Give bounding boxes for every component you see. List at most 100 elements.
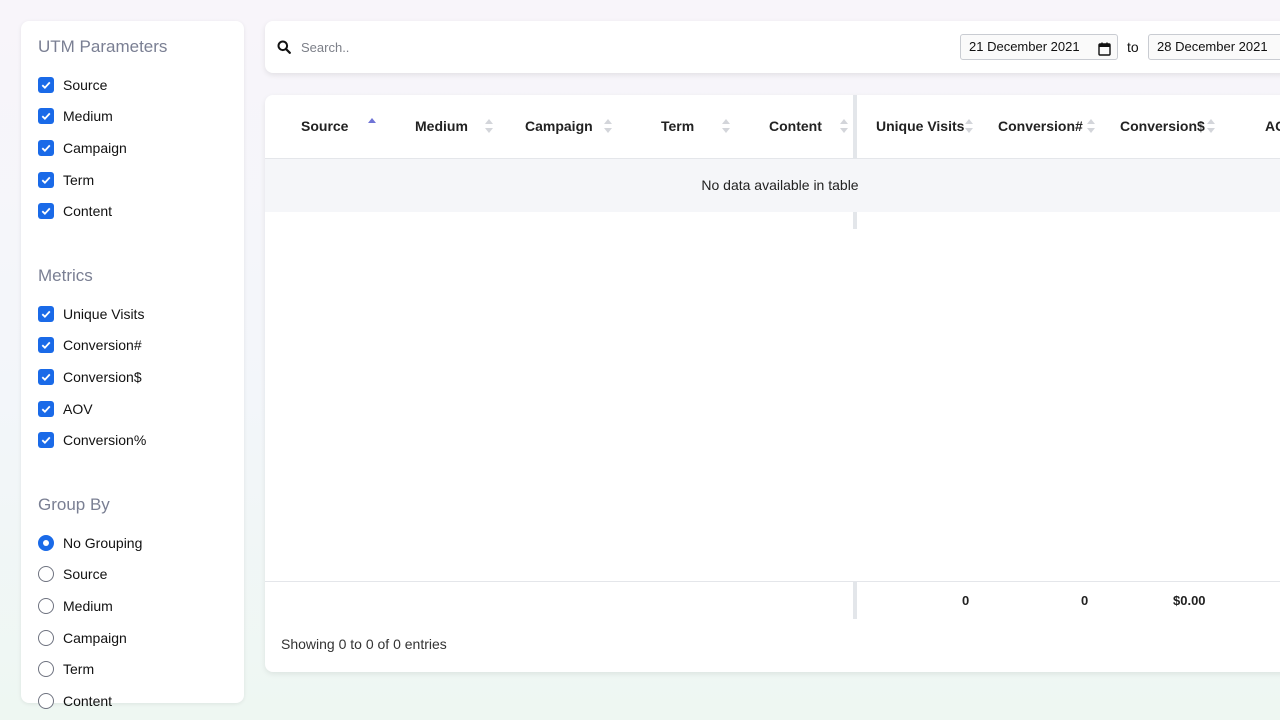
metrics-section: Metrics Unique Visits Conversion# Conver… xyxy=(38,266,227,456)
column-label: Conversion# xyxy=(998,118,1083,134)
report-table: Source Medium Campaign Term Content Uniq… xyxy=(265,95,1280,672)
metrics-title: Metrics xyxy=(38,265,93,285)
radio-empty-icon[interactable] xyxy=(38,692,54,709)
radio-label: Medium xyxy=(63,597,113,614)
column-header-conversion-count[interactable]: Conversion# xyxy=(998,95,1083,159)
filter-sidebar: UTM Parameters Source Medium Campaign Te… xyxy=(21,21,244,709)
utm-parameters-section: UTM Parameters Source Medium Campaign Te… xyxy=(38,37,227,227)
radio-label: Campaign xyxy=(63,629,127,646)
checkbox-label: Unique Visits xyxy=(63,305,145,322)
sort-ascending-icon[interactable] xyxy=(367,117,377,135)
metric-aov-checkbox[interactable]: AOV xyxy=(38,393,227,425)
utm-term-checkbox[interactable]: Term xyxy=(38,164,227,196)
group-by-title: Group By xyxy=(38,494,110,514)
group-term-radio[interactable]: Term xyxy=(38,653,227,685)
date-from-value: 21 December 2021 xyxy=(969,39,1080,54)
checkbox-checked-icon[interactable] xyxy=(38,139,54,156)
column-label: Source xyxy=(301,118,349,134)
checkbox-checked-icon[interactable] xyxy=(38,305,54,322)
column-header-aov[interactable]: AC xyxy=(1265,95,1280,159)
column-header-term[interactable]: Term xyxy=(661,95,694,159)
table-empty-row: No data available in table xyxy=(265,159,1280,212)
checkbox-checked-icon[interactable] xyxy=(38,203,54,220)
radio-empty-icon[interactable] xyxy=(38,661,54,678)
checkbox-label: AOV xyxy=(63,400,93,417)
group-source-radio[interactable]: Source xyxy=(38,559,227,591)
sort-icon[interactable] xyxy=(603,117,613,135)
radio-empty-icon[interactable] xyxy=(38,597,54,614)
sort-icon[interactable] xyxy=(484,117,494,135)
checkbox-label: Conversion# xyxy=(63,337,142,354)
checkbox-checked-icon[interactable] xyxy=(38,76,54,93)
frozen-column-divider xyxy=(853,582,857,619)
checkbox-label: Medium xyxy=(63,108,113,125)
checkbox-label: Content xyxy=(63,203,113,220)
column-header-source[interactable]: Source xyxy=(301,95,348,159)
checkbox-checked-icon[interactable] xyxy=(38,400,54,417)
radio-label: Source xyxy=(63,566,108,583)
date-to-value: 28 December 2021 xyxy=(1157,39,1268,54)
table-footer: 0 0 $0.00 xyxy=(265,581,1280,619)
date-range-separator: to xyxy=(1127,39,1139,55)
checkbox-label: Conversion$ xyxy=(63,368,142,385)
column-label: Medium xyxy=(415,118,468,134)
sort-icon[interactable] xyxy=(839,117,849,135)
column-header-campaign[interactable]: Campaign xyxy=(525,95,593,159)
checkbox-checked-icon[interactable] xyxy=(38,108,54,125)
group-campaign-radio[interactable]: Campaign xyxy=(38,622,227,654)
date-to-input[interactable]: 28 December 2021 xyxy=(1148,34,1280,60)
utm-parameters-title: UTM Parameters xyxy=(38,37,168,56)
utm-medium-checkbox[interactable]: Medium xyxy=(38,101,227,133)
sort-icon[interactable] xyxy=(1086,117,1096,135)
column-label: Unique Visits xyxy=(876,118,965,134)
radio-empty-icon[interactable] xyxy=(38,629,54,646)
checkbox-checked-icon[interactable] xyxy=(38,337,54,354)
calendar-icon[interactable] xyxy=(1098,40,1111,64)
date-from-input[interactable]: 21 December 2021 xyxy=(960,34,1118,60)
radio-selected-icon[interactable] xyxy=(38,534,54,551)
column-label: AC xyxy=(1265,118,1280,134)
table-header: Source Medium Campaign Term Content Uniq… xyxy=(265,95,1280,159)
column-label: Term xyxy=(661,118,695,134)
checkbox-label: Term xyxy=(63,171,95,188)
frozen-column-divider xyxy=(853,95,857,159)
column-label: Conversion$ xyxy=(1120,118,1205,134)
utm-campaign-checkbox[interactable]: Campaign xyxy=(38,132,227,164)
metric-conversion-count-checkbox[interactable]: Conversion# xyxy=(38,330,227,362)
radio-empty-icon[interactable] xyxy=(38,566,54,583)
group-medium-radio[interactable]: Medium xyxy=(38,590,227,622)
column-label: Content xyxy=(769,118,822,134)
checkbox-checked-icon[interactable] xyxy=(38,432,54,449)
group-no-grouping-radio[interactable]: No Grouping xyxy=(38,527,227,559)
frozen-column-divider xyxy=(853,212,857,229)
radio-label: Term xyxy=(63,661,95,678)
sort-icon[interactable] xyxy=(721,117,731,135)
metric-conversion-value-checkbox[interactable]: Conversion$ xyxy=(38,361,227,393)
radio-label: Content xyxy=(63,692,113,709)
checkbox-checked-icon[interactable] xyxy=(38,368,54,385)
checkbox-label: Source xyxy=(63,76,108,93)
table-info: Showing 0 to 0 of 0 entries xyxy=(281,636,447,652)
search-toolbar: 21 December 2021 to 28 December 2021 xyxy=(265,21,1280,73)
column-label: Campaign xyxy=(525,118,593,134)
footer-conversion-value: $0.00 xyxy=(1173,593,1206,608)
sort-icon[interactable] xyxy=(1206,117,1216,135)
metric-unique-visits-checkbox[interactable]: Unique Visits xyxy=(38,298,227,330)
checkbox-label: Campaign xyxy=(63,139,127,156)
group-by-section: Group By No Grouping Source Medium Campa… xyxy=(38,495,227,717)
footer-unique-visits: 0 xyxy=(962,593,970,608)
column-header-medium[interactable]: Medium xyxy=(415,95,468,159)
search-icon xyxy=(277,40,291,59)
column-header-content[interactable]: Content xyxy=(769,95,822,159)
utm-source-checkbox[interactable]: Source xyxy=(38,69,227,101)
radio-label: No Grouping xyxy=(63,534,143,551)
footer-conversion-count: 0 xyxy=(1081,593,1089,608)
search-input[interactable] xyxy=(301,37,601,57)
utm-content-checkbox[interactable]: Content xyxy=(38,195,227,227)
sort-icon[interactable] xyxy=(964,117,974,135)
column-header-unique-visits[interactable]: Unique Visits xyxy=(876,95,964,159)
checkbox-checked-icon[interactable] xyxy=(38,171,54,188)
group-content-radio[interactable]: Content xyxy=(38,685,227,717)
metric-conversion-percent-checkbox[interactable]: Conversion% xyxy=(38,424,227,456)
column-header-conversion-value[interactable]: Conversion$ xyxy=(1120,95,1205,159)
